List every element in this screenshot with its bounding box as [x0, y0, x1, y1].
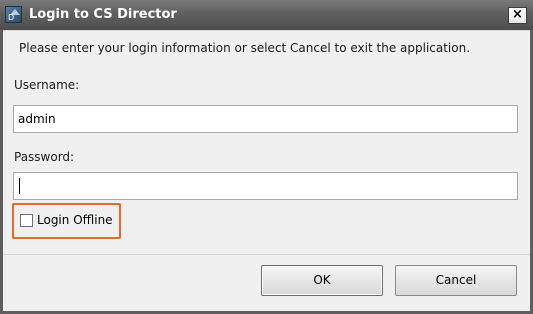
footer-divider — [3, 254, 530, 255]
password-label: Password: — [14, 150, 75, 164]
divider — [3, 30, 530, 31]
instructions-text: Please enter your login information or s… — [19, 41, 471, 55]
title-bar[interactable]: D Login to CS Director × — [0, 0, 533, 30]
window-title: Login to CS Director — [29, 7, 177, 22]
cancel-button[interactable]: Cancel — [395, 265, 517, 296]
login-dialog: D Login to CS Director × Please enter yo… — [0, 0, 533, 314]
app-icon-letter: D — [8, 13, 15, 22]
login-offline-checkbox[interactable] — [20, 214, 33, 227]
close-icon[interactable]: × — [508, 7, 527, 24]
username-label: Username: — [14, 78, 80, 92]
login-offline-label[interactable]: Login Offline — [37, 213, 113, 227]
offline-highlight: Login Offline — [12, 203, 121, 239]
username-value: admin — [18, 112, 56, 126]
dialog-body: Please enter your login information or s… — [3, 30, 530, 311]
password-field[interactable] — [13, 172, 518, 200]
username-field[interactable]: admin — [13, 105, 518, 133]
ok-button[interactable]: OK — [261, 265, 383, 296]
text-cursor — [19, 178, 20, 194]
app-logo-icon: D — [5, 6, 22, 23]
